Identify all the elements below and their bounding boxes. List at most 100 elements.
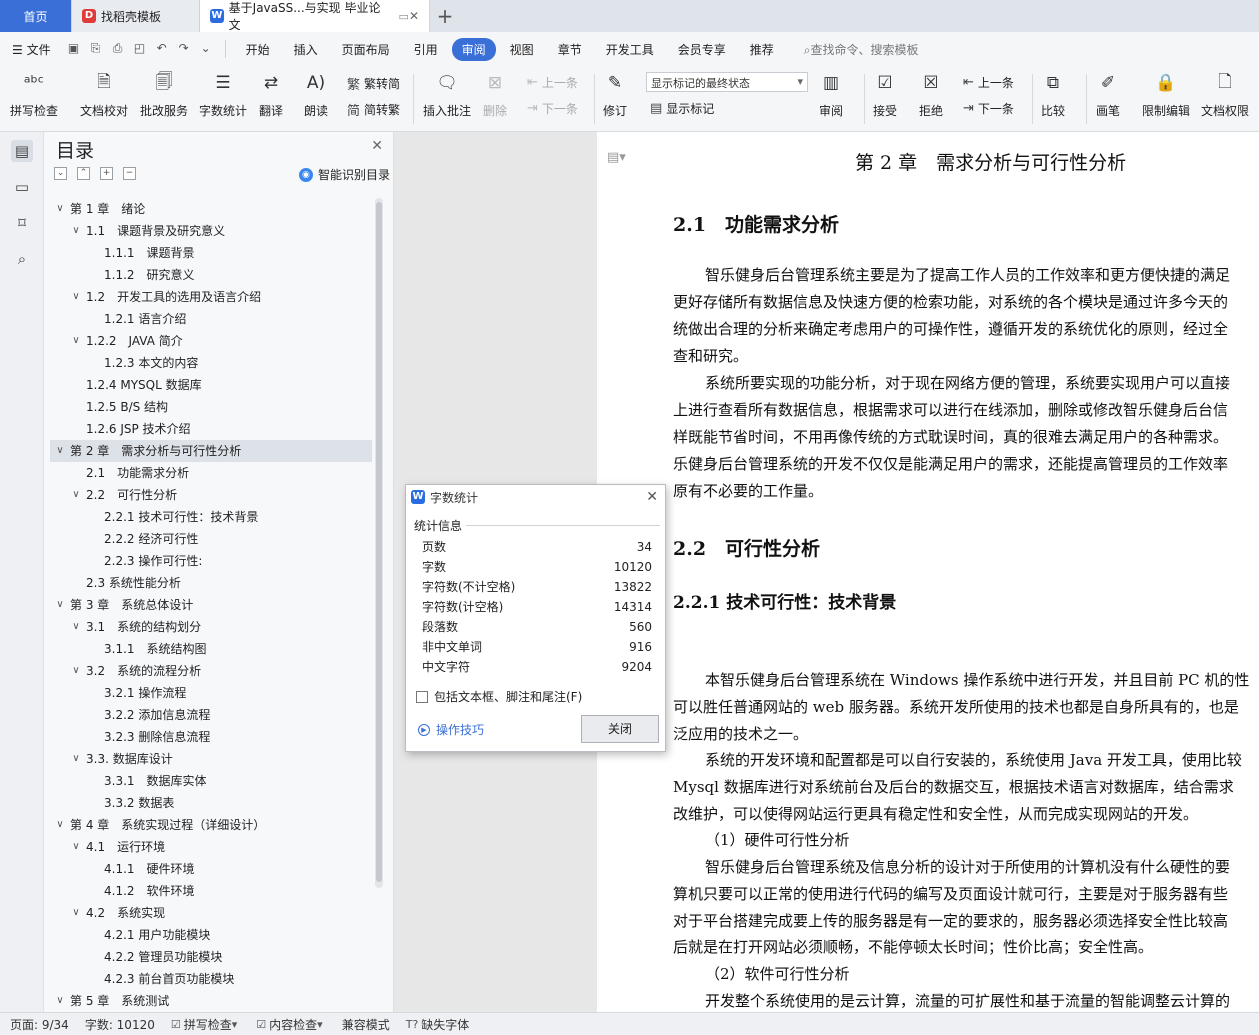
track-changes-button[interactable]: ✎ 修订 (602, 70, 628, 119)
chevron-down-icon[interactable]: ∨ (70, 902, 82, 924)
menu-item-layout[interactable]: 页面布局 (330, 41, 402, 58)
toc-item[interactable]: ∨ 第 5 章 系统测试 (50, 990, 372, 1008)
chevron-down-icon[interactable]: ∨ (70, 660, 82, 682)
toc-item[interactable]: ∨ 1.2 开发工具的选用及语言介绍 (50, 286, 372, 308)
chevron-down-icon[interactable]: ∨ (70, 220, 82, 242)
spell-check-button[interactable]: ᵃᵇᶜ 拼写检查 (10, 70, 58, 119)
toc-item[interactable]: 3.1.1 系统结构图 (50, 638, 372, 660)
toc-item[interactable]: 1.2.6 JSP 技术介绍 (50, 418, 372, 440)
toc-item[interactable]: 3.3.2 数据表 (50, 792, 372, 814)
close-icon[interactable]: ✕ (646, 489, 658, 505)
menu-item-insert[interactable]: 插入 (282, 41, 330, 58)
toc-scrollbar[interactable] (375, 198, 383, 888)
chevron-down-icon[interactable]: ∨ (54, 814, 66, 836)
pin-icon[interactable]: ▭ (399, 10, 409, 23)
chevron-down-icon[interactable]: ∨ (70, 330, 82, 352)
next-comment-button[interactable]: ⇥ 下一条 (527, 100, 578, 117)
content-check-status[interactable]: ☑ 内容检查 ▾ (256, 1016, 325, 1033)
undo-icon[interactable]: ↶ (154, 41, 170, 57)
simp-to-trad-button[interactable]: 简简转繁 (347, 100, 400, 119)
collapse-all-icon[interactable]: ⌄ (54, 167, 67, 180)
menu-item-start[interactable]: 开始 (234, 41, 282, 58)
toc-item[interactable]: ∨ 第 1 章 绪论 (50, 198, 372, 220)
toc-item[interactable]: ∨ 第 2 章 需求分析与可行性分析 (50, 440, 372, 462)
preview-icon[interactable]: ◰ (132, 41, 148, 57)
spell-check-status[interactable]: ☑ 拼写检查 ▾ (171, 1016, 240, 1033)
annotate-service-button[interactable]: 🗐 批改服务 (140, 70, 188, 119)
toc-item[interactable]: ∨ 1.1 课题背景及研究意义 (50, 220, 372, 242)
toc-item[interactable]: 3.2.1 操作流程 (50, 682, 372, 704)
expand-all-icon[interactable]: ⌃ (77, 167, 90, 180)
show-markup-button[interactable]: ▤ 显示标记 (650, 100, 714, 117)
document-page[interactable]: ▤▾ 第 2 章 需求分析与可行性分析 2.1 功能需求分析 智乐健身后台管理系… (597, 132, 1259, 1012)
toc-item[interactable]: 2.1 功能需求分析 (50, 462, 372, 484)
toc-item[interactable]: ∨ 2.2 可行性分析 (50, 484, 372, 506)
tips-link[interactable]: ▶ 操作技巧 (418, 721, 484, 738)
close-tab-icon[interactable]: ✕ (409, 9, 419, 23)
page-indicator[interactable]: 页面: 9/34 (10, 1016, 69, 1033)
missing-font-status[interactable]: T? 缺失字体 (406, 1016, 470, 1033)
toc-item[interactable]: 2.2.3 操作可行性: (50, 550, 372, 572)
checkbox-box[interactable] (416, 690, 428, 703)
menu-item-chapter[interactable]: 章节 (546, 41, 594, 58)
pen-button[interactable]: ✐ 画笔 (1095, 70, 1121, 119)
save-icon[interactable]: ▣ (66, 41, 82, 57)
prev-comment-button[interactable]: ⇤ 上一条 (527, 74, 578, 91)
menu-item-devtools[interactable]: 开发工具 (594, 41, 666, 58)
chevron-down-icon[interactable]: ∨ (54, 594, 66, 616)
toc-item[interactable]: ∨ 4.1 运行环境 (50, 836, 372, 858)
next-change-button[interactable]: ⇥ 下一条 (963, 100, 1014, 117)
chevron-down-icon[interactable]: ∨ (70, 484, 82, 506)
reject-button[interactable]: ☒ 拒绝 (918, 70, 944, 119)
tab-document[interactable]: W 基于JavaSS...与实现 毕业论文 ▭ ✕ (200, 0, 430, 32)
chevron-down-icon[interactable]: ∨ (70, 748, 82, 770)
toc-item[interactable]: ∨ 4.2 系统实现 (50, 902, 372, 924)
page-menu-icon[interactable]: ▤▾ (607, 150, 626, 165)
compare-button[interactable]: ⧉ 比较 (1040, 70, 1066, 119)
toc-item[interactable]: ∨ 第 4 章 系统实现过程（详细设计） (50, 814, 372, 836)
chevron-down-icon[interactable]: ∨ (54, 198, 66, 220)
compat-mode-status[interactable]: 兼容模式 (342, 1016, 390, 1033)
chapter-nav-icon[interactable]: ▭ (11, 176, 33, 198)
chevron-down-icon[interactable]: ∨ (70, 286, 82, 308)
bookmark-icon[interactable]: ⌑ (11, 212, 33, 234)
menu-item-review[interactable]: 审阅 (451, 37, 496, 61)
toc-item[interactable]: ∨ 1.2.2 JAVA 简介 (50, 330, 372, 352)
toc-item[interactable]: ∨ 3.3. 数据库设计 (50, 748, 372, 770)
restrict-edit-button[interactable]: 🔒 限制编辑 (1142, 70, 1190, 119)
file-menu[interactable]: ☰ 文件 (0, 41, 63, 58)
toc-item[interactable]: ∨ 3.1 系统的结构划分 (50, 616, 372, 638)
chevron-down-icon[interactable]: ∨ (54, 440, 66, 462)
close-button[interactable]: 关闭 (581, 715, 659, 743)
smart-toc-button[interactable]: ◉ 智能识别目录 (298, 166, 390, 183)
toc-item[interactable]: 4.1.2 软件环境 (50, 880, 372, 902)
prev-change-button[interactable]: ⇤ 上一条 (963, 74, 1014, 91)
insert-comment-button[interactable]: 🗨 插入批注 (423, 70, 471, 119)
more-icon[interactable]: ⌄ (198, 41, 214, 57)
toc-item[interactable]: 1.2.1 语言介绍 (50, 308, 372, 330)
menu-item-recommend[interactable]: 推荐 (738, 41, 786, 58)
word-count-indicator[interactable]: 字数: 10120 (85, 1016, 155, 1033)
toc-item[interactable]: 1.1.1 课题背景 (50, 242, 372, 264)
read-aloud-button[interactable]: A) 朗读 (303, 70, 329, 119)
add-heading-icon[interactable]: + (100, 167, 113, 180)
tab-templates[interactable]: D 找稻壳模板 (72, 0, 200, 32)
export-icon[interactable]: ⎘ (88, 41, 104, 57)
chevron-down-icon[interactable]: ∨ (70, 616, 82, 638)
toc-item[interactable]: 3.2.3 删除信息流程 (50, 726, 372, 748)
toc-nav-icon[interactable]: ▤ (11, 140, 33, 162)
trad-to-simp-button[interactable]: 繁繁转简 (347, 74, 400, 93)
toc-item[interactable]: 2.2.2 经济可行性 (50, 528, 372, 550)
accept-button[interactable]: ☑ 接受 (872, 70, 898, 119)
delete-comment-button[interactable]: ⊠ 删除 (482, 70, 508, 119)
toc-item[interactable]: 4.2.2 管理员功能模块 (50, 946, 372, 968)
menu-item-view[interactable]: 视图 (498, 41, 546, 58)
doc-proof-button[interactable]: 🗎 文档校对 (80, 70, 128, 119)
toc-item[interactable]: 1.1.2 研究意义 (50, 264, 372, 286)
menu-item-member[interactable]: 会员专享 (666, 41, 738, 58)
toc-item[interactable]: 2.2.1 技术可行性：技术背景 (50, 506, 372, 528)
print-icon[interactable]: ⎙ (110, 41, 126, 57)
doc-permission-button[interactable]: 🗋 文档权限 (1201, 70, 1249, 119)
menu-item-reference[interactable]: 引用 (402, 41, 450, 58)
toc-item[interactable]: 3.3.1 数据库实体 (50, 770, 372, 792)
